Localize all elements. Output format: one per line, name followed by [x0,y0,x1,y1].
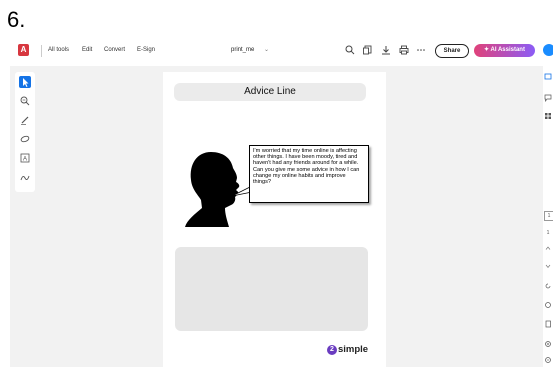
page-title: Advice Line [174,83,366,101]
speech-bubble: I'm worried that my time online is affec… [249,145,369,203]
more-icon[interactable] [415,44,427,56]
svg-text:A: A [23,157,27,163]
brand-word: simple [338,344,369,355]
menu-convert[interactable]: Convert [104,47,125,53]
zoom-in-icon[interactable] [544,340,552,348]
answer-box[interactable] [175,247,368,331]
page-number-current[interactable]: 1 [544,211,553,221]
left-tool-rail: A [15,72,35,192]
download-icon[interactable] [380,44,392,56]
chat-icon[interactable] [544,94,552,102]
twosimple-logo: 2 simple [327,344,377,358]
zoom-icon[interactable] [19,95,31,107]
brand-mark-icon: 2 [327,345,337,355]
file-name[interactable]: print_me [231,47,254,53]
text-box-icon[interactable]: A [19,152,31,164]
pdf-page: Advice Line I'm worried that my time onl… [163,72,386,367]
avatar[interactable] [543,44,553,56]
copy-link-icon[interactable] [362,44,374,56]
rotate-icon[interactable] [544,282,552,290]
toolbar-divider [41,45,42,57]
right-panel-rail: 1 1 [543,66,553,367]
share-button[interactable]: Share [435,44,469,58]
print-icon[interactable] [398,44,410,56]
refresh-icon[interactable] [544,301,552,309]
page-icon[interactable] [544,320,552,328]
select-cursor-icon[interactable] [19,76,31,88]
menu-esign[interactable]: E-Sign [137,47,155,53]
menu-all-tools[interactable]: All tools [48,47,69,53]
acrobat-logo-icon[interactable]: A [18,44,29,56]
menu-edit[interactable]: Edit [82,47,92,53]
search-icon[interactable] [344,44,356,56]
chevron-down-icon[interactable]: ⌄ [264,46,269,53]
page-number-total: 1 [546,230,550,236]
highlight-icon[interactable] [19,133,31,145]
ai-assistant-button[interactable]: ✦ AI Assistant [474,44,535,57]
grid-icon[interactable] [544,112,552,120]
comment-panel-icon[interactable] [544,73,552,81]
pen-icon[interactable] [19,114,31,126]
app-toolbar: A All tools Edit Convert E-Sign print_me… [10,40,553,62]
document-workspace: A Advice Line I'm worried that my time o… [10,66,553,367]
ai-assistant-label: AI Assistant [490,47,525,53]
zoom-out-icon[interactable] [544,356,552,364]
chevron-down-icon[interactable] [544,262,552,270]
draw-signature-icon[interactable] [19,171,31,183]
chevron-up-icon[interactable] [544,244,552,252]
question-number: 6. [7,7,26,32]
